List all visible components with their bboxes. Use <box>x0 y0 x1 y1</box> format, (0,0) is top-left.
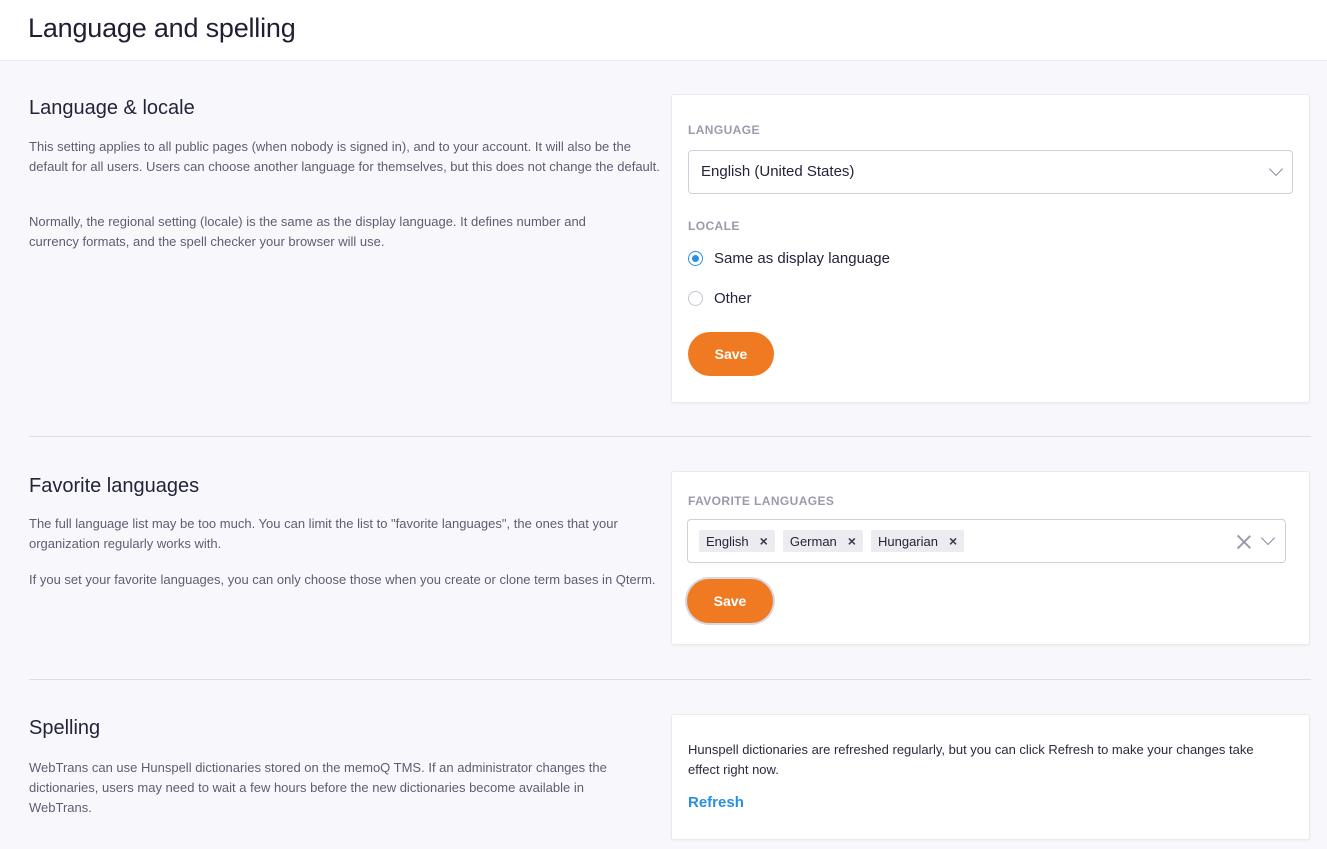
radio-checked-icon[interactable] <box>688 250 703 266</box>
language-label: LANGUAGE <box>688 123 760 137</box>
page-title: Language and spelling <box>28 13 296 43</box>
language-select[interactable]: English (United States) <box>688 150 1293 194</box>
chevron-down-icon <box>1268 161 1284 177</box>
clear-icon[interactable] <box>1236 534 1252 550</box>
favorite-languages-desc-2: If you set your favorite languages, you … <box>29 572 656 587</box>
language-select-value: English (United States) <box>701 163 855 180</box>
section-divider <box>29 679 1311 680</box>
chip-english: English × <box>699 530 775 552</box>
chip-list: English × German × Hungarian × <box>699 530 972 552</box>
locale-option-other[interactable]: Other <box>688 288 752 308</box>
locale-option-other-label: Other <box>714 289 752 307</box>
language-save-button[interactable]: Save <box>688 332 774 376</box>
favorite-languages-title: Favorite languages <box>29 475 200 497</box>
page-header: Language and spelling <box>0 0 1327 61</box>
favorites-save-button[interactable]: Save <box>687 579 773 623</box>
chip-label: Hungarian <box>877 533 938 549</box>
language-locale-desc-2: Normally, the regional setting (locale) … <box>29 214 586 249</box>
chevron-down-icon[interactable] <box>1260 530 1276 546</box>
radio-unchecked-icon[interactable] <box>688 290 703 306</box>
chip-label: German <box>789 533 837 549</box>
spelling-title: Spelling <box>29 717 101 739</box>
chip-label: English <box>706 533 749 549</box>
chip-hungarian: Hungarian × <box>870 530 965 552</box>
refresh-link[interactable]: Refresh <box>688 794 744 811</box>
spelling-desc: WebTrans can use Hunspell dictionaries s… <box>29 760 607 815</box>
favorite-languages-multiselect[interactable]: English × German × Hungarian × <box>687 519 1286 563</box>
remove-chip-icon[interactable]: × <box>760 534 768 548</box>
locale-option-same[interactable]: Same as display language <box>688 248 890 268</box>
favorite-languages-desc-1: The full language list may be too much. … <box>29 516 618 551</box>
language-locale-desc-1: This setting applies to all public pages… <box>29 139 660 174</box>
remove-chip-icon[interactable]: × <box>848 534 856 548</box>
spelling-card-text: Hunspell dictionaries are refreshed regu… <box>688 742 1254 777</box>
favorite-languages-label: FAVORITE LANGUAGES <box>688 494 835 508</box>
locale-label: LOCALE <box>688 219 740 233</box>
language-locale-title: Language & locale <box>29 97 195 119</box>
section-divider <box>29 436 1311 437</box>
chip-german: German × <box>782 530 863 552</box>
remove-chip-icon[interactable]: × <box>949 534 957 548</box>
locale-option-same-label: Same as display language <box>714 249 890 267</box>
